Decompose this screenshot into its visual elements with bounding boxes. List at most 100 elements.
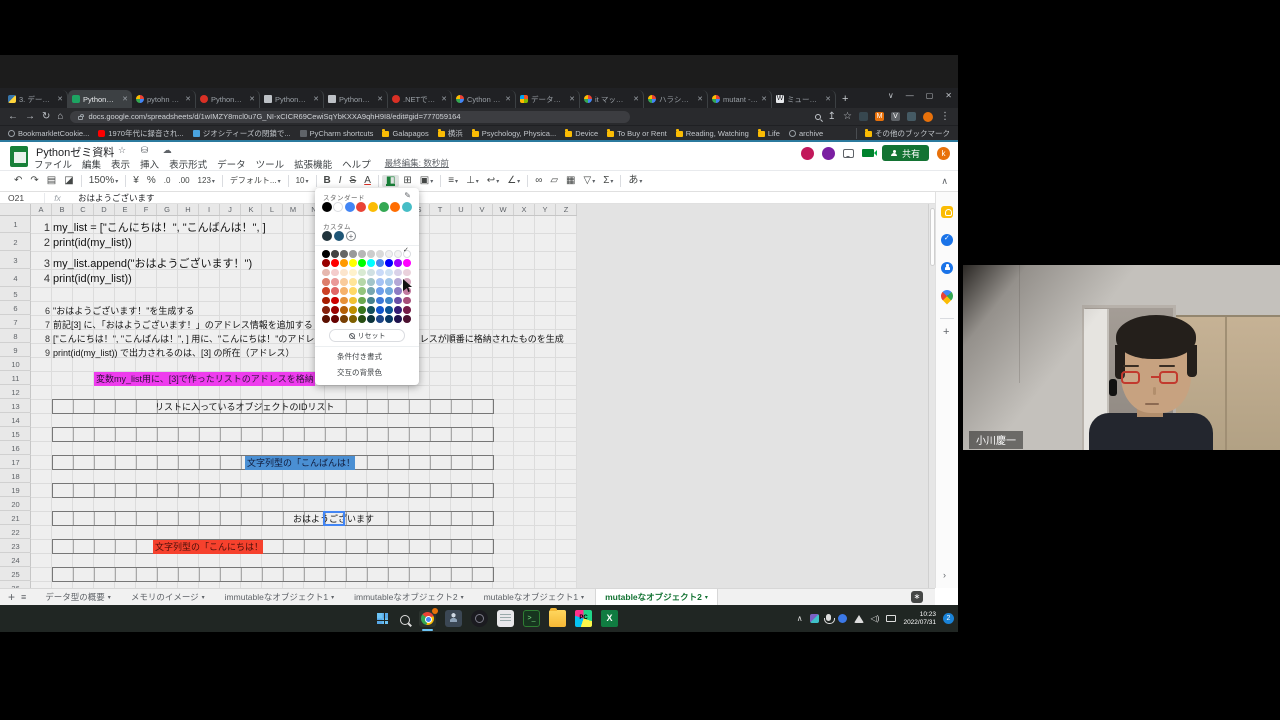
palette-swatch[interactable] [394,287,402,295]
browser-profile-avatar[interactable] [923,112,933,122]
palette-swatch[interactable] [367,250,375,258]
name-box[interactable]: O21 [0,193,44,203]
tab-close-icon[interactable]: ✕ [57,95,63,103]
palette-swatch[interactable] [358,315,366,323]
tab-close-icon[interactable]: ✕ [569,95,575,103]
tab-close-icon[interactable]: ✕ [377,95,383,103]
profile-chevron-icon[interactable]: ∨ [888,91,894,100]
palette-swatch[interactable] [340,287,348,295]
palette-swatch[interactable] [349,297,357,305]
palette-swatch[interactable] [331,306,339,314]
add-sheet-button[interactable]: + [8,590,15,604]
palette-swatch[interactable] [376,287,384,295]
collaborator-avatar[interactable] [822,147,835,160]
filter-icon[interactable]: ▽▾ [579,175,599,188]
browser-tab[interactable]: .NETで動く✕ [388,90,452,108]
fill-color-icon[interactable]: ◧ [382,175,399,187]
undo-icon[interactable]: ↶ [10,175,26,187]
menu-2[interactable]: 表示 [111,157,130,171]
palette-swatch[interactable] [376,278,384,286]
browser-tab[interactable]: Cython - G✕ [452,90,516,108]
explorer-taskbar-icon[interactable] [549,610,566,627]
tab-close-icon[interactable]: ✕ [633,95,639,103]
custom-color-swatch[interactable] [334,231,344,241]
palette-swatch[interactable] [385,315,393,323]
bookmark-item[interactable]: Life [758,129,780,138]
column-header-T[interactable]: T [430,204,451,215]
palette-swatch[interactable] [394,278,402,286]
column-header-M[interactable]: M [283,204,304,215]
share-page-icon[interactable]: ↥ [828,112,836,122]
back-icon[interactable]: ← [8,112,18,122]
tab-close-icon[interactable]: ✕ [185,95,191,103]
merge-cells-icon[interactable]: ▣▾ [416,175,437,188]
palette-swatch[interactable] [403,259,411,267]
bookmark-item[interactable]: To Buy or Rent [607,129,667,138]
palette-swatch[interactable] [367,315,375,323]
notification-badge[interactable]: 2 [943,613,954,624]
palette-swatch[interactable] [385,297,393,305]
sheet-tab-menu-icon[interactable]: ▾ [581,594,584,601]
input-tools-icon[interactable]: あ▾ [624,175,646,188]
minimize-icon[interactable]: — [906,91,914,100]
bookmark-star-icon[interactable]: ☆ [843,112,852,122]
keep-icon[interactable] [941,206,953,218]
paint-format-icon[interactable]: ◪ [60,175,77,187]
tasks-icon[interactable] [941,234,953,246]
palette-swatch[interactable] [376,306,384,314]
palette-swatch[interactable] [367,306,375,314]
palette-swatch[interactable] [394,297,402,305]
sheet-tab-menu-icon[interactable]: ▾ [461,594,464,601]
address-bar[interactable]: docs.google.com/spreadsheets/d/1wIMZY8mc… [70,111,630,123]
italic-icon[interactable]: I [335,175,346,187]
column-header-C[interactable]: C [73,204,94,215]
microphone-icon[interactable] [826,614,831,621]
column-header-Y[interactable]: Y [535,204,556,215]
browser-tab[interactable]: Pythonの名✕ [324,90,388,108]
menu-0[interactable]: ファイル [34,157,72,171]
menu-5[interactable]: データ [217,157,246,171]
column-header-G[interactable]: G [157,204,178,215]
browser-tab[interactable]: pytohn の意✕ [132,90,196,108]
last-edited-link[interactable]: 最終編集: 数秒前 [385,157,449,171]
palette-swatch[interactable] [367,297,375,305]
palette-swatch[interactable] [385,287,393,295]
palette-swatch[interactable] [322,259,330,267]
sheet-tab-menu-icon[interactable]: ▾ [705,594,708,601]
borders-icon[interactable]: ⊞ [399,175,415,187]
palette-swatch[interactable] [331,250,339,258]
active-cell-O21[interactable] [323,511,345,526]
palette-swatch[interactable] [376,259,384,267]
side-panel-expand-icon[interactable]: › [943,570,946,580]
palette-swatch[interactable] [340,297,348,305]
decrease-decimal-icon[interactable]: .0 [160,175,175,187]
menu-6[interactable]: ツール [256,157,285,171]
sheet-tab-menu-icon[interactable]: ▾ [331,594,334,601]
standard-color-swatch[interactable] [333,202,343,212]
extension-v-icon[interactable]: V [891,112,900,121]
palette-swatch[interactable] [367,278,375,286]
palette-swatch[interactable] [403,306,411,314]
column-header-Z[interactable]: Z [556,204,577,215]
home-icon[interactable]: ⌂ [57,112,63,122]
palette-swatch[interactable] [340,250,348,258]
increase-decimal-icon[interactable]: .00 [174,175,193,187]
palette-swatch[interactable] [322,315,330,323]
account-avatar[interactable]: k [937,147,950,160]
tab-close-icon[interactable]: ✕ [122,95,128,103]
palette-swatch[interactable] [376,250,384,258]
palette-swatch[interactable] [340,269,348,277]
zoom-select[interactable]: 150%▾ [85,175,123,188]
custom-color-swatch[interactable] [322,231,332,241]
browser-tab[interactable]: ハラシュ - G✕ [644,90,708,108]
bookmark-item[interactable]: Galapagos [382,129,428,138]
palette-swatch[interactable] [331,259,339,267]
bookmark-item[interactable]: 1970年代に録音され... [98,128,183,139]
palette-swatch[interactable] [394,306,402,314]
bookmark-item[interactable]: Device [565,129,598,138]
insert-link-icon[interactable]: ∞ [531,175,546,187]
strikethrough-icon[interactable]: S [346,175,361,187]
currency-icon[interactable]: ¥ [129,175,143,187]
browser-tab[interactable]: データ型の概✕ [516,90,580,108]
palette-swatch[interactable] [322,306,330,314]
